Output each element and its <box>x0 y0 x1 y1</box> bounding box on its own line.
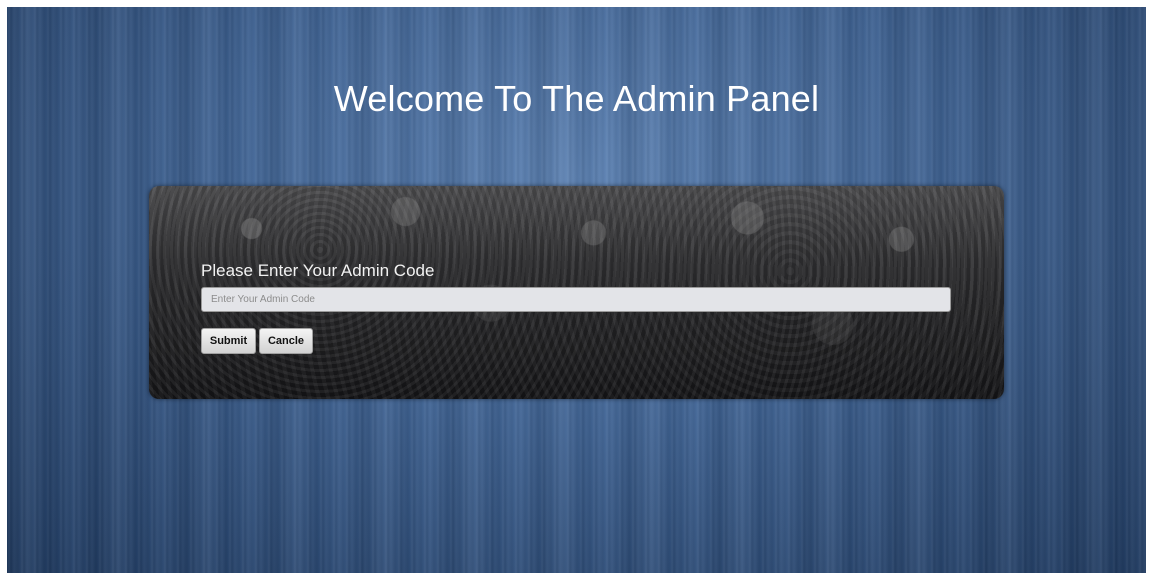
page-title: Welcome To The Admin Panel <box>333 78 820 119</box>
submit-button[interactable]: Submit <box>201 328 256 354</box>
cancel-button[interactable]: Cancle <box>259 328 313 354</box>
admin-code-label: Please Enter Your Admin Code <box>201 261 435 280</box>
admin-login-panel: Please Enter Your Admin Code Submit Canc… <box>149 186 1004 399</box>
admin-code-input[interactable] <box>201 287 951 312</box>
